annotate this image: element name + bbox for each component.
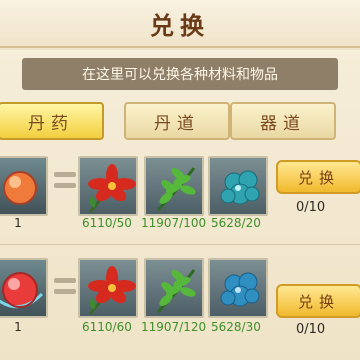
page-title: 兑换 — [150, 11, 210, 40]
target-item-slot[interactable] — [0, 156, 48, 216]
row-divider — [0, 244, 360, 245]
material-stock: 11907/100 — [141, 216, 207, 230]
title-bar: 兑换 — [0, 0, 360, 50]
exchange-row: 1 6110/60 11907/120 5628/30 兑换 0/10 — [0, 258, 360, 348]
material-stock: 5628/20 — [211, 216, 261, 230]
tab-qidao[interactable]: 器道 — [230, 102, 336, 140]
material-stock: 6110/50 — [82, 216, 132, 230]
green-herb-icon — [156, 269, 196, 314]
exchange-button[interactable]: 兑换 — [276, 284, 360, 318]
info-banner: 在这里可以兑换各种材料和物品 — [22, 58, 338, 90]
material-slot[interactable] — [78, 258, 138, 318]
target-count: 1 — [14, 320, 22, 334]
material-slot[interactable] — [208, 258, 268, 318]
red-flower-icon — [88, 164, 136, 213]
equals-icon — [52, 168, 78, 194]
orange-orb-icon — [3, 171, 37, 205]
blue-crystal-icon — [220, 272, 260, 307]
blue-crystal-icon — [220, 170, 260, 205]
equals-icon — [52, 270, 78, 296]
info-text: 在这里可以兑换各种材料和物品 — [82, 67, 278, 83]
green-herb-icon — [156, 167, 196, 212]
category-tabs: 丹药 丹道 器道 — [0, 102, 360, 146]
tab-dandao[interactable]: 丹道 — [124, 102, 230, 140]
red-orb-icon — [0, 272, 44, 309]
tab-danyao[interactable]: 丹药 — [0, 102, 104, 140]
exchange-limit: 0/10 — [296, 200, 326, 215]
exchange-button[interactable]: 兑换 — [276, 160, 360, 194]
material-stock: 11907/120 — [141, 320, 207, 334]
material-slot[interactable] — [144, 258, 204, 318]
material-stock: 6110/60 — [82, 320, 132, 334]
target-count: 1 — [14, 216, 22, 230]
material-stock: 5628/30 — [211, 320, 261, 334]
exchange-limit: 0/10 — [296, 322, 326, 337]
material-slot[interactable] — [208, 156, 268, 216]
title-divider — [0, 46, 360, 48]
target-item-slot[interactable] — [0, 258, 48, 318]
material-slot[interactable] — [144, 156, 204, 216]
material-slot[interactable] — [78, 156, 138, 216]
exchange-row: 1 6110/50 11907/100 5628/20 兑换 0/10 — [0, 156, 360, 246]
red-flower-icon — [88, 266, 136, 315]
